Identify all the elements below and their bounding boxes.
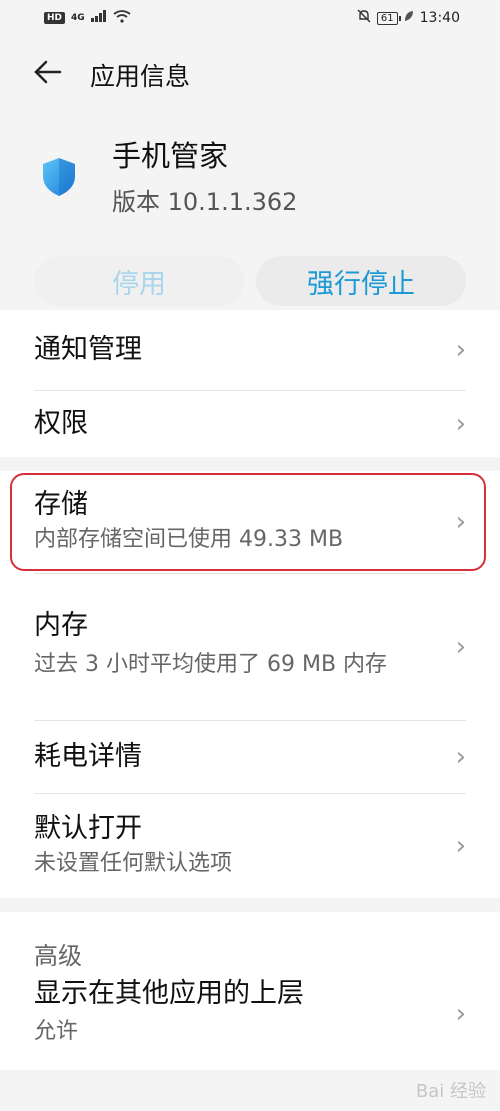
- network-type: 4G: [71, 13, 85, 23]
- battery-level: 61: [376, 11, 401, 25]
- force-stop-button[interactable]: 强行停止: [256, 256, 466, 306]
- app-header: 应用信息: [0, 36, 500, 114]
- menu-item-notifications[interactable]: 通知管理 ›: [34, 310, 466, 391]
- disable-button[interactable]: 停用: [34, 256, 244, 306]
- hd-badge: HD: [44, 12, 66, 24]
- menu-item-subtitle: 允许: [34, 1019, 79, 1044]
- chevron-right-icon: ›: [455, 831, 466, 861]
- chevron-right-icon: ›: [455, 507, 466, 537]
- leaf-icon: [404, 10, 414, 26]
- status-right: 61 13:40: [357, 9, 460, 27]
- menu-item-subtitle: 未设置任何默认选项: [34, 851, 233, 876]
- app-info: 手机管家 版本 10.1.1.362: [0, 114, 500, 226]
- menu-item-title: 耗电详情: [34, 741, 142, 772]
- section-label-advanced: 高级: [0, 912, 500, 970]
- watermark: Bai 经验: [415, 1081, 486, 1102]
- menu-item-title: 权限: [34, 408, 88, 439]
- advanced-card: 高级 显示在其他应用的上层 允许 ›: [0, 912, 500, 1070]
- chevron-right-icon: ›: [455, 409, 466, 439]
- chevron-right-icon: ›: [455, 632, 466, 662]
- menu-item-default-open[interactable]: 默认打开 未设置任何默认选项 ›: [34, 794, 466, 898]
- app-texts: 手机管家 版本 10.1.1.362: [112, 136, 297, 217]
- clock-time: 13:40: [419, 10, 460, 26]
- menu-item-memory[interactable]: 内存 过去 3 小时平均使用了 69 MB 内存 ›: [34, 574, 466, 721]
- menu-item-title: 通知管理: [34, 334, 142, 365]
- menu-card-2: 存储 内部存储空间已使用 49.33 MB › 内存 过去 3 小时平均使用了 …: [0, 471, 500, 898]
- wifi-icon: [113, 9, 131, 27]
- signal-icon: [90, 10, 107, 26]
- arrow-left-icon[interactable]: [34, 60, 74, 90]
- menu-item-storage[interactable]: 存储 内部存储空间已使用 49.33 MB ›: [10, 471, 486, 574]
- chevron-right-icon: ›: [455, 999, 466, 1029]
- menu-item-battery-details[interactable]: 耗电详情 ›: [34, 721, 466, 794]
- app-version: 版本 10.1.1.362: [112, 188, 298, 216]
- status-left: HD 4G: [44, 9, 131, 27]
- action-buttons: 停用 强行停止: [0, 226, 500, 310]
- section-gap: [0, 898, 500, 912]
- page-title: 应用信息: [90, 62, 191, 91]
- menu-item-title: 显示在其他应用的上层: [34, 978, 304, 1009]
- menu-card-1: 通知管理 › 权限 ›: [0, 310, 500, 457]
- section-gap: [0, 457, 500, 471]
- chevron-right-icon: ›: [455, 335, 466, 365]
- menu-item-permissions[interactable]: 权限 ›: [34, 391, 466, 457]
- shield-icon: [38, 156, 80, 198]
- mute-bell-icon: [357, 9, 371, 27]
- menu-item-title: 默认打开: [34, 813, 142, 844]
- app-name: 手机管家: [112, 139, 229, 173]
- menu-item-title: 存储: [34, 489, 88, 520]
- menu-item-title: 内存: [34, 610, 88, 641]
- menu-item-subtitle: 内部存储空间已使用 49.33 MB: [34, 527, 344, 552]
- status-bar: HD 4G 61 13:40: [0, 0, 500, 36]
- chevron-right-icon: ›: [455, 742, 466, 772]
- menu-item-subtitle: 过去 3 小时平均使用了 69 MB 内存: [34, 652, 388, 677]
- menu-item-display-over-apps[interactable]: 显示在其他应用的上层 允许 ›: [34, 958, 466, 1070]
